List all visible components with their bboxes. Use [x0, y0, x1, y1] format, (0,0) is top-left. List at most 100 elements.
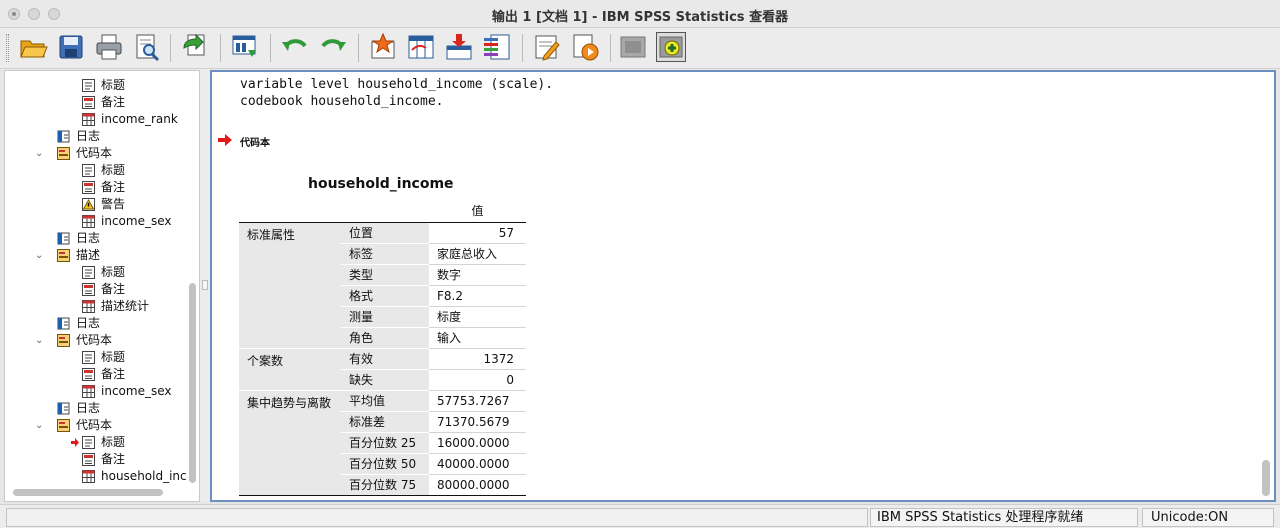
expand-icon[interactable] — [656, 32, 686, 62]
goto-data-icon[interactable] — [230, 32, 260, 62]
codebook-table[interactable]: 值 标准属性 位置 57 标签 家庭总收入 类型 数字 格式 F8.2 测量 标度 角色 输入 个案数 有效… — [239, 200, 526, 496]
outline-vertical-scrollbar[interactable] — [189, 283, 196, 483]
designate-window-icon[interactable] — [532, 32, 562, 62]
outline-item[interactable]: 日志 — [5, 400, 185, 417]
outline-item-label: 警告 — [101, 197, 126, 211]
outline-item-label: 代码本 — [76, 146, 113, 160]
outline-item-label: 日志 — [76, 401, 101, 415]
group-label: 标准属性 — [239, 221, 341, 348]
warning-icon — [81, 197, 96, 212]
print-icon[interactable] — [94, 32, 124, 62]
outline-item-label: income_rank — [101, 112, 178, 126]
outline-item[interactable]: 备注 — [5, 281, 185, 298]
row-value: 57 — [429, 221, 526, 243]
content-pane[interactable]: variable level household_income (scale).… — [210, 70, 1276, 502]
table-icon — [81, 214, 96, 229]
outline-item-label: income_sex — [101, 384, 172, 398]
outline-item[interactable]: 描述统计 — [5, 298, 185, 315]
outline-item[interactable]: ⌄ 代码本 — [5, 417, 185, 434]
variables-icon[interactable] — [406, 32, 436, 62]
toolbar-separator — [220, 34, 221, 62]
outline-item-label: 标题 — [101, 435, 126, 449]
outline-item[interactable]: 标题 — [5, 434, 185, 451]
outline-item[interactable]: 警告 — [5, 196, 185, 213]
outline-item-label: 描述 — [76, 248, 101, 262]
syntax-line-1: variable level household_income (scale). — [240, 77, 554, 92]
outline-item[interactable]: income_rank — [5, 111, 185, 128]
title-icon — [81, 265, 96, 280]
goto-output-icon[interactable] — [368, 32, 398, 62]
title-icon — [81, 78, 96, 93]
outline-item[interactable]: 标题 — [5, 162, 185, 179]
outline-item-label: 日志 — [76, 316, 101, 330]
pane-splitter[interactable] — [200, 70, 210, 502]
outline-item[interactable]: 备注 — [5, 179, 185, 196]
run-icon[interactable] — [570, 32, 600, 62]
outline-item[interactable]: 日志 — [5, 128, 185, 145]
outline-pane[interactable]: 标题 备注 income_rank 日志 ⌄ 代码本 标题 备注 警告 income_sex 日志 ⌄… — [4, 70, 200, 502]
outline-item-label: 标题 — [101, 163, 126, 177]
outline-item-label: 标题 — [101, 78, 126, 92]
outline-item[interactable]: 标题 — [5, 77, 185, 94]
outline-item-label: 备注 — [101, 282, 126, 296]
toolbar-separator — [170, 34, 171, 62]
row-value: 57753.7267 — [429, 389, 526, 411]
row-label: 测量 — [341, 305, 429, 327]
row-value: 数字 — [429, 263, 526, 285]
status-bar: IBM SPSS Statistics 处理程序就绪 Unicode:ON — [0, 504, 1280, 528]
table-row: 标准属性 位置 57 — [239, 221, 526, 348]
row-label: 位置 — [341, 221, 429, 243]
row-label: 百分位数 75 — [341, 473, 429, 496]
chevron-down-icon[interactable]: ⌄ — [35, 247, 45, 264]
outline-item-label: income_sex — [101, 214, 172, 228]
toolbar-grip[interactable] — [6, 34, 9, 62]
collapse-icon[interactable] — [618, 32, 648, 62]
row-value: 40000.0000 — [429, 452, 526, 474]
syntax-line-2: codebook household_income. — [240, 94, 444, 109]
undo-icon[interactable] — [280, 32, 310, 62]
outline-item[interactable]: income_sex — [5, 383, 185, 400]
section-title[interactable]: 代码本 — [240, 134, 270, 149]
outline-item[interactable]: 日志 — [5, 315, 185, 332]
log-icon — [56, 316, 71, 331]
content-vertical-scrollbar[interactable] — [1262, 460, 1270, 496]
save-icon[interactable] — [56, 32, 86, 62]
outline-item[interactable]: 备注 — [5, 94, 185, 111]
title-icon — [81, 435, 96, 450]
outline-item[interactable]: ⌄ 描述 — [5, 247, 185, 264]
outline-item[interactable]: 备注 — [5, 366, 185, 383]
notes-icon — [81, 95, 96, 110]
outline-item-label: household_inc — [101, 469, 187, 483]
toolbar-separator — [522, 34, 523, 62]
log-icon — [56, 401, 71, 416]
open-icon[interactable] — [18, 32, 48, 62]
chevron-down-icon[interactable]: ⌄ — [35, 332, 45, 349]
notes-icon — [81, 282, 96, 297]
toolbar-separator — [358, 34, 359, 62]
outline-item[interactable]: ⌄ 代码本 — [5, 332, 185, 349]
toolbar-separator — [270, 34, 271, 62]
outline-item[interactable]: 日志 — [5, 230, 185, 247]
codebook-group-icon — [56, 248, 71, 263]
row-label: 百分位数 25 — [341, 431, 429, 453]
table-header-row: 值 — [239, 200, 526, 223]
outline-item[interactable]: household_inc — [5, 468, 187, 485]
table-icon — [81, 384, 96, 399]
outline-horizontal-scrollbar[interactable] — [13, 489, 163, 496]
row-label: 有效 — [341, 347, 429, 369]
row-label: 缺失 — [341, 368, 429, 390]
log-icon — [56, 129, 71, 144]
outline-item[interactable]: 备注 — [5, 451, 185, 468]
insert-case-icon[interactable] — [444, 32, 474, 62]
chevron-down-icon[interactable]: ⌄ — [35, 417, 45, 434]
outline-item[interactable]: income_sex — [5, 213, 185, 230]
outline-item[interactable]: 标题 — [5, 349, 185, 366]
print-preview-icon[interactable] — [132, 32, 162, 62]
chevron-down-icon[interactable]: ⌄ — [35, 145, 45, 162]
split-file-icon[interactable] — [482, 32, 512, 62]
redo-icon[interactable] — [318, 32, 348, 62]
outline-item[interactable]: ⌄ 代码本 — [5, 145, 185, 162]
export-icon[interactable] — [180, 32, 210, 62]
outline-item[interactable]: 标题 — [5, 264, 185, 281]
outline-item-label: 日志 — [76, 231, 101, 245]
